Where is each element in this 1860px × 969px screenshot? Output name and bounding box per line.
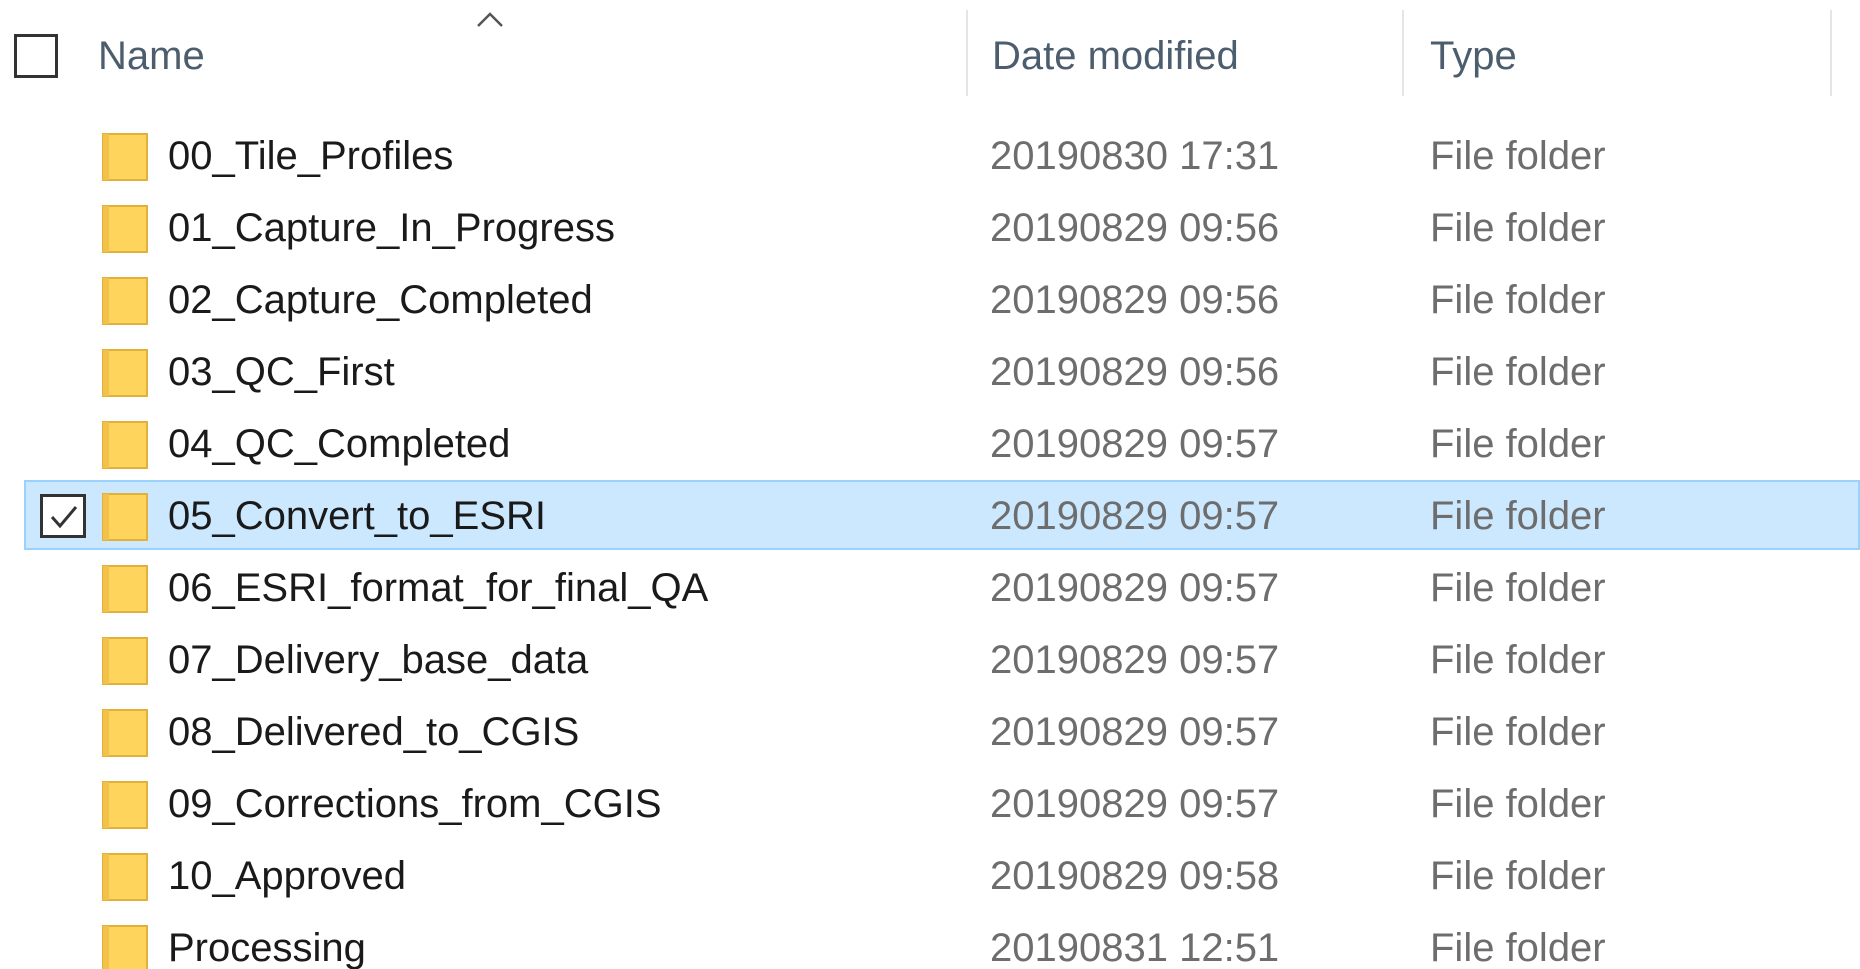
- file-name[interactable]: 10_Approved: [168, 852, 406, 900]
- file-row[interactable]: 01_Capture_In_Progress 20190829 09:56 File…: [0, 192, 1860, 264]
- file-type: File folder: [1430, 854, 1606, 898]
- file-name[interactable]: 00_Tile_Profiles: [168, 132, 453, 180]
- date-modified: 20190830 17:31: [990, 134, 1280, 178]
- file-row[interactable]: 09_Corrections_from_CGIS 20190829 09:57 Fi…: [0, 768, 1860, 840]
- file-list: 00_Tile_Profiles 20190830 17:31 File folde…: [0, 120, 1860, 969]
- folder-icon: [100, 202, 150, 254]
- column-header-type[interactable]: Type: [1430, 32, 1517, 80]
- column-divider[interactable]: [1402, 10, 1404, 96]
- folder-icon: [100, 346, 150, 398]
- date-modified: 20190829 09:57: [990, 782, 1280, 826]
- file-row[interactable]: 10_Approved 20190829 09:58 File folder: [0, 840, 1860, 912]
- column-header-date-modified[interactable]: Date modified: [992, 32, 1239, 80]
- file-type: File folder: [1430, 206, 1606, 250]
- folder-icon: [100, 490, 150, 542]
- file-name[interactable]: 01_Capture_In_Progress: [168, 204, 615, 252]
- file-type: File folder: [1430, 782, 1606, 826]
- date-modified: 20190829 09:57: [990, 566, 1280, 610]
- folder-icon: [100, 418, 150, 470]
- date-modified: 20190829 09:57: [990, 710, 1280, 754]
- file-name[interactable]: 08_Delivered_to_CGIS: [168, 708, 579, 756]
- file-name[interactable]: 03_QC_First: [168, 348, 395, 396]
- chevron-up-icon[interactable]: [470, 8, 510, 30]
- date-modified: 20190829 09:56: [990, 350, 1280, 394]
- file-type: File folder: [1430, 566, 1606, 610]
- date-modified: 20190829 09:56: [990, 206, 1280, 250]
- folder-icon: [100, 706, 150, 758]
- file-name[interactable]: Processing: [168, 924, 366, 969]
- column-header-name[interactable]: Name: [98, 32, 205, 80]
- folder-icon: [100, 274, 150, 326]
- file-row[interactable]: 07_Delivery_base_data 20190829 09:57 File …: [0, 624, 1860, 696]
- file-type: File folder: [1430, 422, 1606, 466]
- date-modified: 20190829 09:56: [990, 278, 1280, 322]
- file-name[interactable]: 04_QC_Completed: [168, 420, 510, 468]
- file-type: File folder: [1430, 350, 1606, 394]
- select-all-checkbox[interactable]: [14, 34, 58, 78]
- file-name[interactable]: 09_Corrections_from_CGIS: [168, 780, 662, 828]
- column-header-bar: Name Date modified Type: [0, 0, 1860, 110]
- file-row[interactable]: 05_Convert_to_ESRI 20190829 09:57 File fol…: [0, 480, 1860, 552]
- file-row[interactable]: 06_ESRI_format_for_final_QA 20190829 09:5…: [0, 552, 1860, 624]
- folder-icon: [100, 922, 150, 969]
- file-row[interactable]: Processing 20190831 12:51 File folder: [0, 912, 1860, 969]
- date-modified: 20190829 09:57: [990, 638, 1280, 682]
- file-name[interactable]: 05_Convert_to_ESRI: [168, 492, 546, 540]
- column-divider[interactable]: [1830, 10, 1832, 96]
- column-divider[interactable]: [966, 10, 968, 96]
- file-type: File folder: [1430, 278, 1606, 322]
- file-type: File folder: [1430, 638, 1606, 682]
- date-modified: 20190831 12:51: [990, 926, 1280, 969]
- row-checkbox[interactable]: [40, 494, 86, 538]
- date-modified: 20190829 09:58: [990, 854, 1280, 898]
- folder-icon: [100, 562, 150, 614]
- file-name[interactable]: 07_Delivery_base_data: [168, 636, 588, 684]
- file-type: File folder: [1430, 494, 1606, 538]
- file-type: File folder: [1430, 134, 1606, 178]
- file-name[interactable]: 02_Capture_Completed: [168, 276, 593, 324]
- file-row[interactable]: 08_Delivered_to_CGIS 20190829 09:57 File f…: [0, 696, 1860, 768]
- file-row[interactable]: 00_Tile_Profiles 20190830 17:31 File folde…: [0, 120, 1860, 192]
- folder-icon: [100, 778, 150, 830]
- file-name[interactable]: 06_ESRI_format_for_final_QA: [168, 564, 708, 612]
- folder-icon: [100, 850, 150, 902]
- file-row[interactable]: 03_QC_First 20190829 09:56 File folder: [0, 336, 1860, 408]
- date-modified: 20190829 09:57: [990, 422, 1280, 466]
- date-modified: 20190829 09:57: [990, 494, 1280, 538]
- file-explorer-list: Name Date modified Type 00_Tile_Profiles…: [0, 0, 1860, 969]
- file-type: File folder: [1430, 710, 1606, 754]
- folder-icon: [100, 634, 150, 686]
- file-row[interactable]: 04_QC_Completed 20190829 09:57 File folder: [0, 408, 1860, 480]
- file-type: File folder: [1430, 926, 1606, 969]
- file-row[interactable]: 02_Capture_Completed 20190829 09:56 File f…: [0, 264, 1860, 336]
- checkmark-icon: [50, 506, 78, 529]
- folder-icon: [100, 130, 150, 182]
